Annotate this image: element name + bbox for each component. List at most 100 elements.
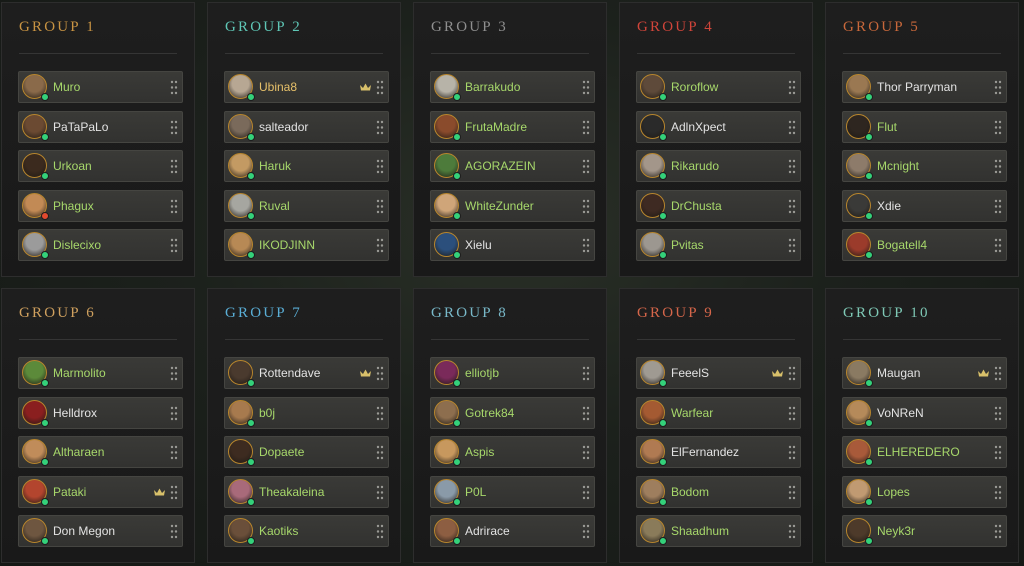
drag-handle-icon[interactable] [788,366,796,381]
player-slot[interactable]: Shaadhum [636,515,801,547]
drag-handle-icon[interactable] [582,445,590,460]
drag-handle-icon[interactable] [994,120,1002,135]
drag-handle-icon[interactable] [994,445,1002,460]
player-slot[interactable]: VoNReN [842,396,1007,429]
player-slot[interactable]: Dislecixo [18,229,183,261]
drag-handle-icon[interactable] [788,445,796,460]
player-slot[interactable]: AGORAZEIN [430,150,595,182]
drag-handle-icon[interactable] [994,80,1002,95]
drag-handle-icon[interactable] [994,406,1002,421]
drag-handle-icon[interactable] [994,238,1002,253]
player-slot[interactable]: Rikarudo [636,150,801,182]
player-slot[interactable]: Gotrek84 [430,396,595,429]
player-slot[interactable]: Ubina8 [224,71,389,103]
player-slot[interactable]: Theakaleina [224,475,389,508]
player-slot[interactable]: Altharaen [18,436,183,468]
player-slot[interactable]: DrChusta [636,189,801,222]
drag-handle-icon[interactable] [582,199,590,214]
drag-handle-icon[interactable] [582,238,590,253]
player-slot[interactable]: Roroflow [636,71,801,103]
player-slot[interactable]: salteador [224,110,389,143]
drag-handle-icon[interactable] [170,406,178,421]
player-slot[interactable]: Aspis [430,436,595,468]
drag-handle-icon[interactable] [582,120,590,135]
drag-handle-icon[interactable] [170,485,178,500]
drag-handle-icon[interactable] [994,159,1002,174]
drag-handle-icon[interactable] [170,159,178,174]
drag-handle-icon[interactable] [170,524,178,539]
player-slot[interactable]: Don Megon [18,515,183,547]
player-slot[interactable]: Pataki [18,475,183,508]
drag-handle-icon[interactable] [170,80,178,95]
player-slot[interactable]: ELHEREDERO [842,436,1007,468]
drag-handle-icon[interactable] [788,80,796,95]
player-slot[interactable]: Helldrox [18,396,183,429]
drag-handle-icon[interactable] [376,485,384,500]
player-slot[interactable]: Kaotiks [224,515,389,547]
drag-handle-icon[interactable] [376,445,384,460]
player-slot[interactable]: Thor Parryman [842,71,1007,103]
player-slot[interactable]: Bodom [636,475,801,508]
drag-handle-icon[interactable] [170,445,178,460]
player-slot[interactable]: Pvitas [636,229,801,261]
drag-handle-icon[interactable] [376,238,384,253]
player-slot[interactable]: Dopaete [224,436,389,468]
player-slot[interactable]: WhiteZunder [430,189,595,222]
drag-handle-icon[interactable] [582,159,590,174]
drag-handle-icon[interactable] [788,199,796,214]
drag-handle-icon[interactable] [788,120,796,135]
drag-handle-icon[interactable] [788,406,796,421]
player-slot[interactable]: Warfear [636,396,801,429]
drag-handle-icon[interactable] [376,80,384,95]
drag-handle-icon[interactable] [582,80,590,95]
player-slot[interactable]: Marmolito [18,357,183,389]
drag-handle-icon[interactable] [376,524,384,539]
drag-handle-icon[interactable] [994,366,1002,381]
drag-handle-icon[interactable] [582,485,590,500]
player-slot[interactable]: Xielu [430,229,595,261]
drag-handle-icon[interactable] [376,406,384,421]
player-slot[interactable]: FrutaMadre [430,110,595,143]
player-slot[interactable]: Phagux [18,189,183,222]
player-slot[interactable]: Flut [842,110,1007,143]
drag-handle-icon[interactable] [170,366,178,381]
player-slot[interactable]: Xdie [842,189,1007,222]
player-slot[interactable]: Urkoan [18,150,183,182]
drag-handle-icon[interactable] [994,485,1002,500]
player-slot[interactable]: FeeelS [636,357,801,389]
drag-handle-icon[interactable] [994,524,1002,539]
drag-handle-icon[interactable] [376,120,384,135]
player-slot[interactable]: PaTaPaLo [18,110,183,143]
drag-handle-icon[interactable] [788,524,796,539]
player-slot[interactable]: IKODJINN [224,229,389,261]
player-slot[interactable]: Rottendave [224,357,389,389]
player-slot[interactable]: Neyk3r [842,515,1007,547]
drag-handle-icon[interactable] [582,406,590,421]
drag-handle-icon[interactable] [788,238,796,253]
drag-handle-icon[interactable] [376,366,384,381]
player-slot[interactable]: AdlnXpect [636,110,801,143]
drag-handle-icon[interactable] [994,199,1002,214]
drag-handle-icon[interactable] [170,238,178,253]
drag-handle-icon[interactable] [170,199,178,214]
player-slot[interactable]: elliotjb [430,357,595,389]
player-slot[interactable]: Muro [18,71,183,103]
player-slot[interactable]: Haruk [224,150,389,182]
drag-handle-icon[interactable] [170,120,178,135]
player-slot[interactable]: Adrirace [430,515,595,547]
drag-handle-icon[interactable] [582,524,590,539]
player-slot[interactable]: Bogatell4 [842,229,1007,261]
drag-handle-icon[interactable] [376,159,384,174]
player-slot[interactable]: Barrakudo [430,71,595,103]
player-slot[interactable]: Lopes [842,475,1007,508]
player-slot[interactable]: ElFernandez [636,436,801,468]
player-slot[interactable]: b0j [224,396,389,429]
drag-handle-icon[interactable] [788,159,796,174]
player-slot[interactable]: P0L [430,475,595,508]
drag-handle-icon[interactable] [788,485,796,500]
player-slot[interactable]: Mcnight [842,150,1007,182]
drag-handle-icon[interactable] [582,366,590,381]
player-slot[interactable]: Ruval [224,189,389,222]
player-slot[interactable]: Maugan [842,357,1007,389]
drag-handle-icon[interactable] [376,199,384,214]
